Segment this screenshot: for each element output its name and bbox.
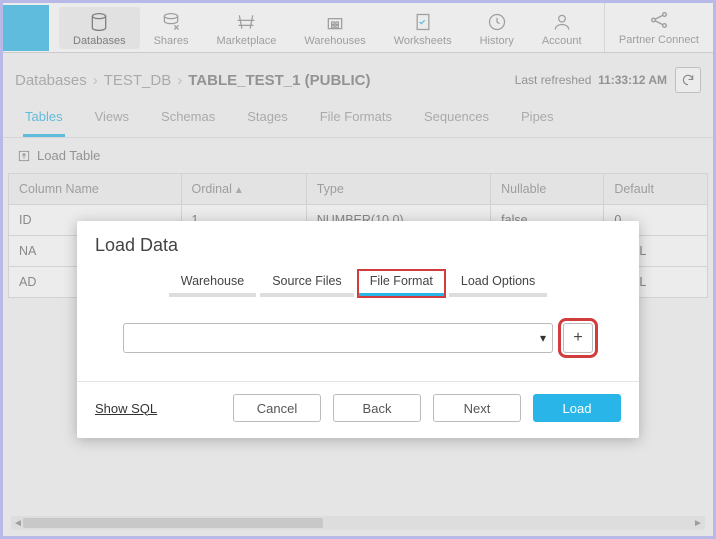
divider (77, 381, 639, 382)
step-file-format[interactable]: File Format (358, 270, 445, 297)
cancel-button[interactable]: Cancel (233, 394, 321, 422)
wizard-steps: Warehouse Source Files File Format Load … (95, 270, 621, 297)
add-file-format-button[interactable]: + (563, 323, 593, 353)
modal-overlay: Load Data Warehouse Source Files File Fo… (3, 3, 713, 536)
file-format-row: ▾ + (95, 323, 621, 353)
step-warehouse[interactable]: Warehouse (169, 270, 256, 297)
show-sql-link[interactable]: Show SQL (95, 401, 157, 416)
step-load-options[interactable]: Load Options (449, 270, 547, 297)
load-button[interactable]: Load (533, 394, 621, 422)
back-button[interactable]: Back (333, 394, 421, 422)
step-source-files[interactable]: Source Files (260, 270, 353, 297)
load-data-modal: Load Data Warehouse Source Files File Fo… (77, 221, 639, 438)
plus-icon: + (573, 329, 582, 347)
next-button[interactable]: Next (433, 394, 521, 422)
chevron-down-icon: ▾ (540, 331, 546, 345)
file-format-select[interactable]: ▾ (123, 323, 553, 353)
modal-button-row: Show SQL Cancel Back Next Load (95, 394, 621, 422)
modal-title: Load Data (95, 235, 621, 256)
